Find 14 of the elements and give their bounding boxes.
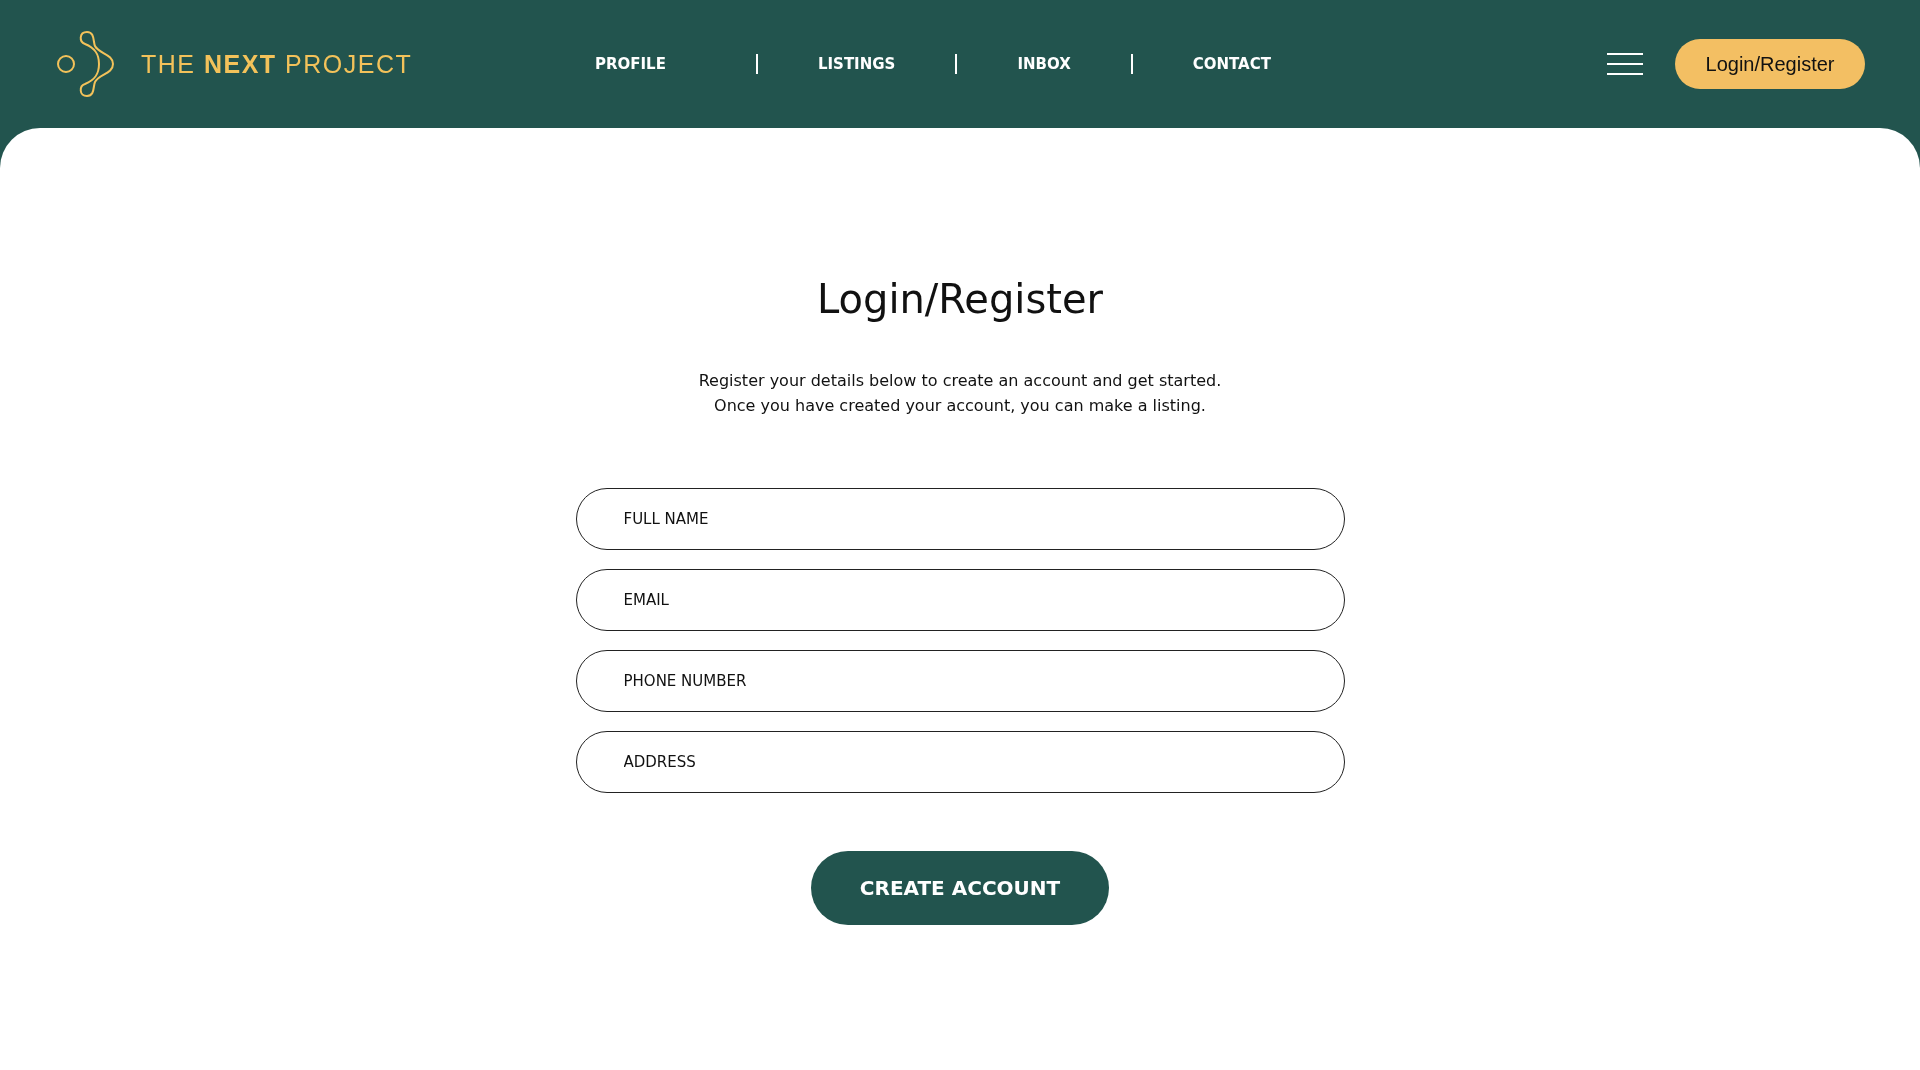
nav-link[interactable]: PROFILE	[595, 55, 756, 73]
menu-icon[interactable]	[1607, 52, 1643, 76]
input-field[interactable]: EMAIL	[575, 569, 1345, 631]
logo-text[interactable]: THE NEXT PROJECT	[141, 49, 413, 79]
input-field[interactable]: FULL NAME	[575, 488, 1345, 550]
page-title: Login/Register	[816, 276, 1104, 322]
create-account-button[interactable]: CREATE ACCOUNT	[811, 851, 1109, 925]
intro-text: Register your details below to create an account and get started. Once you have created your account, you can make a listing.	[698, 370, 1222, 417]
input-field[interactable]: ADDRESS	[575, 731, 1345, 793]
nav-link[interactable]: INBOX	[957, 55, 1131, 73]
nav-link[interactable]: LISTINGS	[757, 55, 956, 73]
input-field[interactable]: PHONE NUMBER	[575, 650, 1345, 712]
login-register-button[interactable]: Login/Register	[1675, 39, 1865, 89]
nav-link[interactable]: CONTACT	[1132, 55, 1331, 73]
